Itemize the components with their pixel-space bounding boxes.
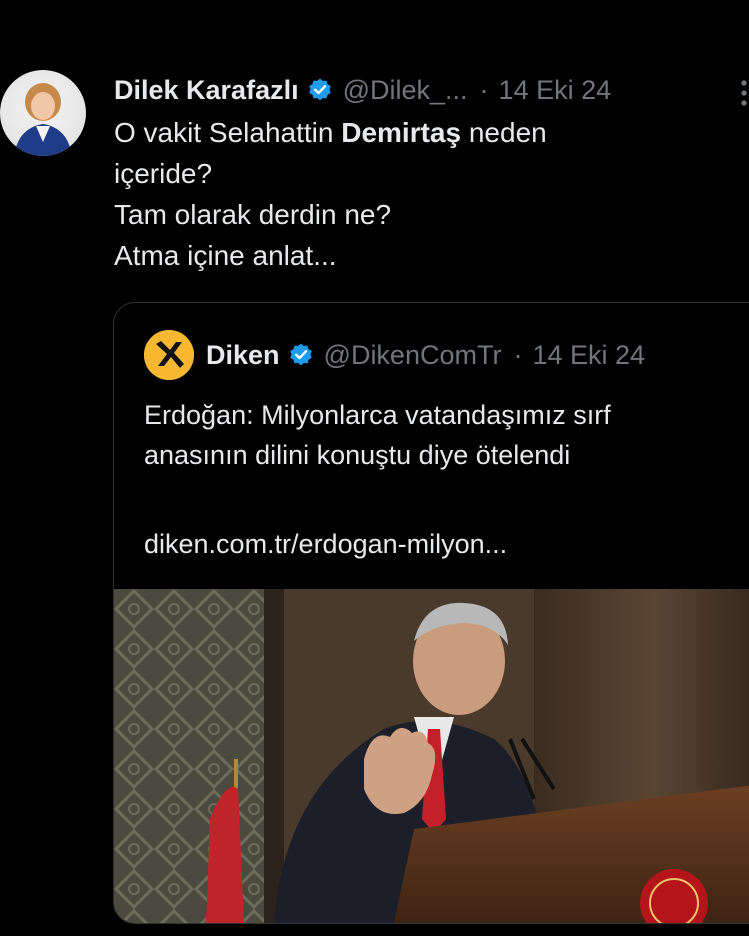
quote-author-name[interactable]: Diken: [206, 340, 280, 371]
tweet-text-line-1: O vakit Selahattin Demirtaş neden: [114, 112, 714, 153]
tweet-text: O vakit Selahattin Demirtaş neden içerid…: [114, 112, 714, 276]
separator-dot: ·: [513, 339, 523, 370]
quoted-tweet-card[interactable]: Diken @DikenComTr · 14 Eki 24 Erdoğan: M…: [113, 302, 749, 924]
tweet-text-segment: O vakit Selahattin: [114, 117, 342, 148]
tweet-text-bold: Demirtaş: [341, 117, 462, 148]
verified-badge-icon: [307, 77, 333, 103]
more-vertical-icon[interactable]: [741, 80, 747, 106]
diken-logo-icon[interactable]: [144, 330, 194, 380]
tweet-text-segment: neden: [461, 117, 547, 148]
separator-dot: ·: [479, 74, 489, 105]
tweet-text-line-2: içeride?: [114, 158, 213, 189]
tweet-header: Dilek Karafazlı @Dilek_... · 14 Eki 24: [114, 72, 611, 108]
quote-author-handle[interactable]: @DikenComTr: [324, 340, 502, 371]
quote-text-line-1: Erdoğan: Milyonlarca vatandaşımız sırf: [144, 400, 611, 430]
author-avatar[interactable]: [0, 70, 86, 156]
quote-text: Erdoğan: Milyonlarca vatandaşımız sırf a…: [144, 395, 744, 475]
quote-date[interactable]: 14 Eki 24: [532, 340, 645, 371]
tweet-text-line-4: Atma içine anlat...: [114, 240, 337, 271]
tweet-date[interactable]: 14 Eki 24: [499, 75, 612, 106]
verified-badge-icon: [288, 342, 314, 368]
tweet-text-line-3: Tam olarak derdin ne?: [114, 199, 392, 230]
quote-link[interactable]: diken.com.tr/erdogan-milyon...: [144, 529, 507, 560]
avatar-portrait: [14, 83, 72, 156]
author-handle[interactable]: @Dilek_...: [343, 75, 468, 106]
quote-news-image[interactable]: [114, 589, 749, 923]
author-name[interactable]: Dilek Karafazlı: [114, 75, 299, 106]
quote-text-line-2: anasının dilini konuştu diye ötelendi: [144, 440, 571, 470]
quote-header: Diken @DikenComTr · 14 Eki 24: [144, 329, 645, 381]
